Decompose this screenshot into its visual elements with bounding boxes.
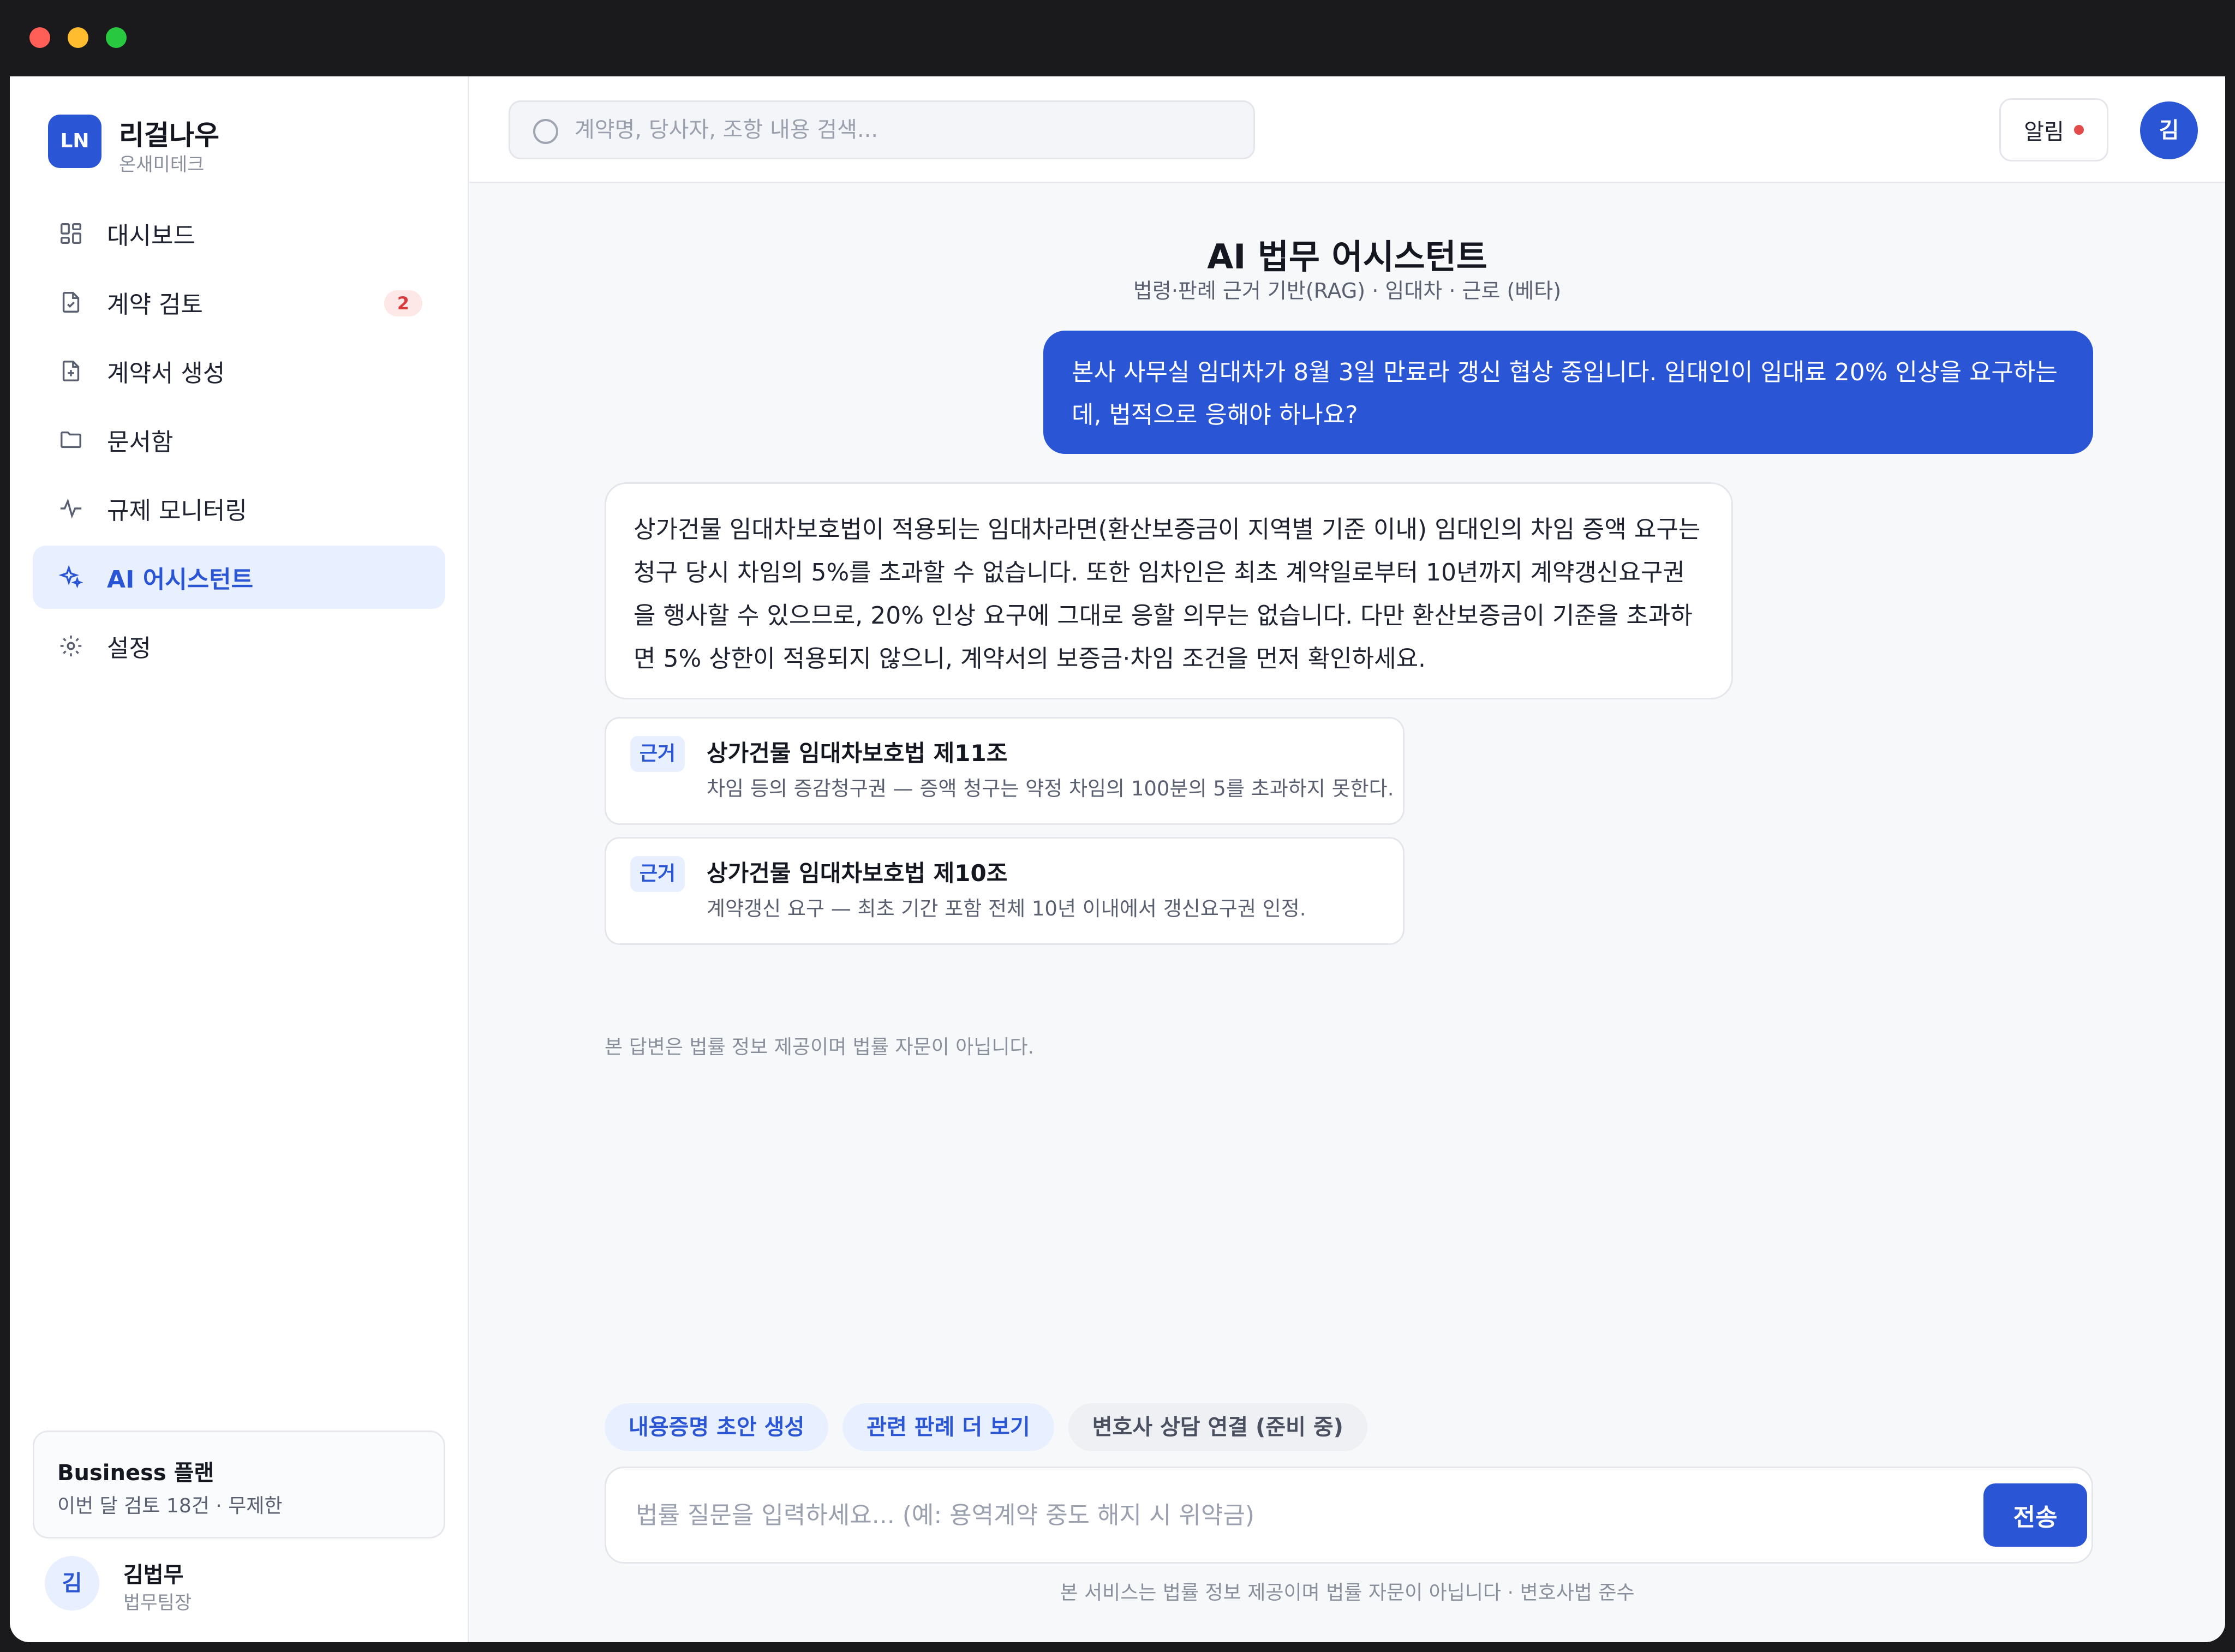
topbar: 알림 김: [469, 76, 2225, 183]
sidebar: LN 리걸나우 온새미테크 대시보드 계약 검토 2 계약서 생성 문서함 규제…: [10, 76, 469, 1642]
suggestion-chips: 내용증명 초안 생성 관련 판례 더 보기 변호사 상담 연결 (준비 중): [605, 1403, 1382, 1451]
sidebar-item-label: AI 어시스턴트: [107, 566, 254, 594]
dashboard-icon: [57, 219, 85, 248]
citation-description: 차임 등의 증감청구권 — 증액 청구는 약정 차임의 100분의 5를 초과하…: [707, 777, 1394, 800]
sidebar-item-label: 계약서 생성: [107, 360, 225, 387]
minimize-window-button[interactable]: [68, 27, 88, 48]
sidebar-item-contract-review[interactable]: 계약 검토 2: [33, 271, 445, 334]
brand-org: 온새미테크: [119, 154, 205, 176]
sparkles-icon: [57, 563, 85, 591]
plan-card[interactable]: Business 플랜 이번 달 검토 18건 · 무제한: [33, 1430, 445, 1539]
avatar: 김: [45, 1556, 99, 1611]
citation-card[interactable]: 근거 상가건물 임대차보호법 제11조 차임 등의 증감청구권 — 증액 청구는…: [605, 717, 1405, 825]
assistant-message-bubble: 상가건물 임대차보호법이 적용되는 임대차라면(환산보증금이 지역별 기준 이내…: [605, 482, 1733, 699]
service-footer-note: 본 서비스는 법률 정보 제공이며 법률 자문이 아닙니다 · 변호사법 준수: [1060, 1582, 1635, 1604]
search-box[interactable]: [509, 100, 1255, 159]
notification-dot-icon: [2073, 125, 2084, 135]
maximize-window-button[interactable]: [106, 27, 127, 48]
suggestion-draft-notice-button[interactable]: 내용증명 초안 생성: [605, 1403, 829, 1451]
citation-description: 계약갱신 요구 — 최초 기간 포함 전체 10년 이내에서 갱신요구권 인정.: [707, 897, 1306, 920]
suggestion-lawyer-consult-button[interactable]: 변호사 상담 연결 (준비 중): [1068, 1403, 1367, 1451]
gear-icon: [57, 632, 85, 660]
sidebar-item-label: 설정: [107, 635, 151, 662]
message-input[interactable]: [636, 1468, 1945, 1562]
document-check-icon: [57, 288, 85, 316]
plan-title: Business 플랜: [57, 1461, 214, 1486]
page-subtitle: 법령·판례 근거 기반(RAG) · 임대차 · 근로 (베타): [1133, 279, 1562, 303]
sidebar-item-documents[interactable]: 문서함: [33, 408, 445, 471]
review-count-badge: 2: [384, 290, 422, 316]
answer-disclaimer: 본 답변은 법률 정보 제공이며 법률 자문이 아닙니다.: [605, 1036, 1035, 1058]
citation-title: 상가건물 임대차보호법 제10조: [707, 860, 1008, 887]
document-plus-icon: [57, 357, 85, 385]
page-title: AI 법무 어시스턴트: [1207, 237, 1487, 277]
close-window-button[interactable]: [29, 27, 50, 48]
message-composer: 전송: [605, 1467, 2093, 1564]
sidebar-item-ai-assistant[interactable]: AI 어시스턴트: [33, 546, 445, 609]
user-role: 법무팀장: [123, 1592, 192, 1614]
folder-icon: [57, 426, 85, 454]
sidebar-item-dashboard[interactable]: 대시보드: [33, 202, 445, 265]
plan-usage: 이번 달 검토 18건 · 무제한: [57, 1495, 283, 1517]
user-name: 김법무: [123, 1563, 184, 1588]
sidebar-item-label: 계약 검토: [107, 291, 203, 319]
user-message-bubble: 본사 사무실 임대차가 8월 3일 만료라 갱신 협상 중입니다. 임대인이 임…: [1043, 331, 2093, 454]
sidebar-item-settings[interactable]: 설정: [33, 614, 445, 678]
brand-name: 리걸나우: [119, 119, 219, 151]
sidebar-item-label: 규제 모니터링: [107, 497, 247, 525]
notifications-button[interactable]: 알림: [1999, 98, 2108, 161]
citation-card[interactable]: 근거 상가건물 임대차보호법 제10조 계약갱신 요구 — 최초 기간 포함 전…: [605, 837, 1405, 945]
notifications-label: 알림: [2024, 119, 2064, 145]
window-titlebar: [0, 0, 2235, 76]
search-icon: [533, 119, 558, 144]
brand-logo: LN: [48, 115, 101, 168]
citation-tag: 근거: [630, 856, 685, 892]
activity-icon: [57, 494, 85, 523]
sidebar-item-regulation-monitoring[interactable]: 규제 모니터링: [33, 477, 445, 540]
app-window: LN 리걸나우 온새미테크 대시보드 계약 검토 2 계약서 생성 문서함 규제…: [10, 76, 2225, 1642]
main-content: 알림 김 AI 법무 어시스턴트 법령·판례 근거 기반(RAG) · 임대차 …: [469, 76, 2225, 1642]
avatar[interactable]: 김: [2140, 101, 2198, 159]
citation-tag: 근거: [630, 736, 685, 772]
suggestion-more-cases-button[interactable]: 관련 판례 더 보기: [842, 1403, 1054, 1451]
sidebar-item-label: 대시보드: [107, 222, 195, 250]
search-input[interactable]: [575, 102, 1240, 158]
citation-title: 상가건물 임대차보호법 제11조: [707, 740, 1008, 767]
send-button[interactable]: 전송: [1983, 1483, 2087, 1547]
sidebar-nav: 대시보드 계약 검토 2 계약서 생성 문서함 규제 모니터링 AI 어시스턴트…: [33, 202, 445, 683]
sidebar-item-label: 문서함: [107, 428, 174, 456]
sidebar-item-contract-generate[interactable]: 계약서 생성: [33, 339, 445, 403]
